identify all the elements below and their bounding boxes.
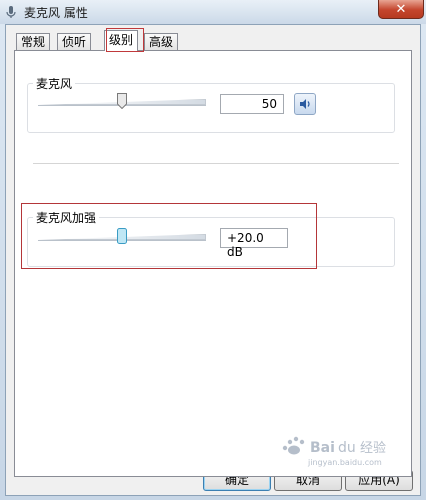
title-bar[interactable]: 麦克风 属性 ✕ — [0, 0, 426, 24]
microphone-slider-thumb[interactable] — [117, 93, 127, 109]
boost-level-input[interactable]: +20.0 dB — [220, 228, 288, 259]
levels-panel: 麦克风 50 麦克风加强 +20.0 dB — [14, 50, 412, 477]
mute-toggle-button[interactable] — [294, 93, 316, 115]
close-button[interactable]: ✕ — [378, 0, 424, 19]
properties-window: 麦克风 属性 ✕ 常规 侦听 级别 高级 麦克风 50 麦克风加强 +20.0 … — [0, 0, 426, 500]
boost-group: 麦克风加强 +20.0 dB — [27, 209, 395, 267]
tab-listen[interactable]: 侦听 — [57, 33, 92, 50]
boost-slider-thumb[interactable] — [117, 228, 127, 244]
window-title: 麦克风 属性 — [24, 6, 88, 20]
microphone-group: 麦克风 50 — [27, 75, 395, 133]
dialog-client: 常规 侦听 级别 高级 麦克风 50 麦克风加强 +20.0 dB 确定 取消 … — [5, 24, 421, 496]
close-icon: ✕ — [395, 1, 407, 17]
tab-levels[interactable]: 级别 — [104, 30, 139, 51]
section-divider — [33, 163, 399, 164]
boost-label: 麦克风加强 — [33, 209, 100, 226]
tab-advanced[interactable]: 高级 — [144, 33, 179, 50]
tab-general[interactable]: 常规 — [16, 33, 51, 50]
microphone-icon — [6, 6, 16, 18]
speaker-icon — [300, 99, 310, 109]
microphone-label: 麦克风 — [33, 75, 76, 92]
microphone-level-input[interactable]: 50 — [220, 94, 284, 114]
